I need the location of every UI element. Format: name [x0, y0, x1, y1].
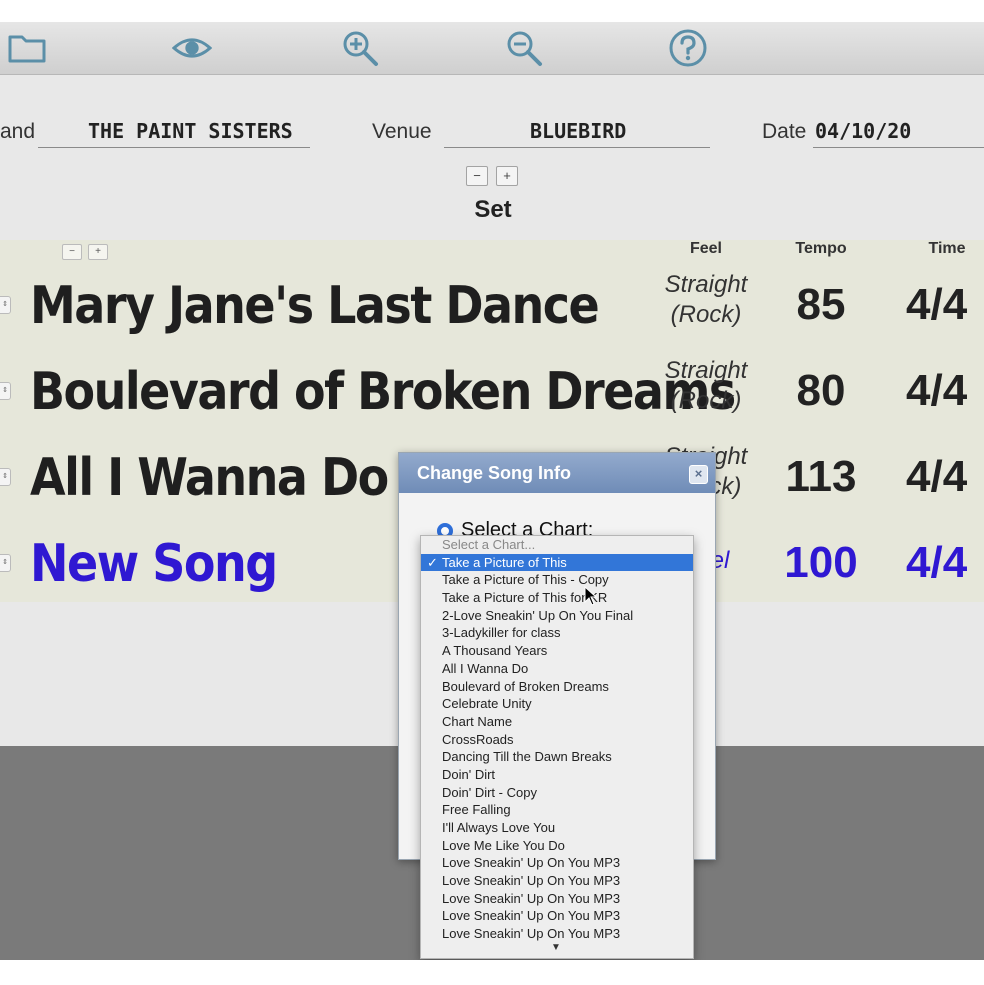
- dropdown-option[interactable]: Celebrate Unity: [421, 695, 693, 713]
- zoom-out-icon[interactable]: [504, 28, 544, 68]
- dropdown-option[interactable]: Doin' Dirt - Copy: [421, 784, 693, 802]
- drag-handle-icon[interactable]: ⇕: [0, 296, 11, 314]
- dropdown-option-selected[interactable]: ✓ Take a Picture of This: [421, 553, 693, 572]
- song-row[interactable]: ⇕ Mary Jane's Last Dance Straight (Rock)…: [0, 262, 984, 348]
- song-title[interactable]: All I Wanna Do: [30, 429, 389, 525]
- date-field[interactable]: 04/10/20: [813, 114, 984, 148]
- app-window: and THE PAINT SISTERS Venue BLUEBIRD Dat…: [0, 22, 984, 960]
- mouse-cursor-icon: [584, 586, 598, 606]
- dropdown-option[interactable]: Dancing Till the Dawn Breaks: [421, 748, 693, 766]
- venue-field[interactable]: BLUEBIRD: [444, 114, 710, 148]
- song-title[interactable]: Boulevard of Broken Dreams: [30, 343, 736, 439]
- dropdown-option[interactable]: Take a Picture of This for KR: [421, 589, 693, 607]
- dropdown-option[interactable]: Love Sneakin' Up On You MP3: [421, 854, 693, 872]
- close-icon[interactable]: ×: [689, 465, 708, 484]
- column-header-tempo: Tempo: [795, 240, 847, 257]
- venue-label: Venue: [372, 120, 432, 143]
- song-feel[interactable]: Straight (Rock): [650, 356, 762, 416]
- set-title: Set: [474, 196, 512, 223]
- help-icon[interactable]: [668, 28, 708, 68]
- zoom-in-icon[interactable]: [340, 28, 380, 68]
- eye-icon[interactable]: [172, 28, 212, 68]
- song-tempo[interactable]: 113: [770, 434, 872, 520]
- set-plus-button[interactable]: +: [496, 166, 518, 186]
- song-time[interactable]: 4/4: [906, 262, 984, 348]
- scroll-down-icon[interactable]: ▼: [548, 942, 564, 954]
- dropdown-option[interactable]: Take a Picture of This - Copy: [421, 571, 693, 589]
- set-minus-button[interactable]: −: [466, 166, 488, 186]
- dropdown-option[interactable]: CrossRoads: [421, 731, 693, 749]
- dropdown-placeholder[interactable]: Select a Chart...: [421, 536, 693, 554]
- dropdown-option[interactable]: Love Sneakin' Up On You MP3: [421, 872, 693, 890]
- drag-handle-icon[interactable]: ⇕: [0, 382, 11, 400]
- dropdown-option[interactable]: All I Wanna Do: [421, 660, 693, 678]
- dropdown-option[interactable]: 3-Ladykiller for class: [421, 624, 693, 642]
- dropdown-option[interactable]: A Thousand Years: [421, 642, 693, 660]
- dropdown-option[interactable]: Love Sneakin' Up On You MP3: [421, 925, 693, 943]
- song-tempo[interactable]: 100: [770, 520, 872, 606]
- dropdown-option[interactable]: Doin' Dirt: [421, 766, 693, 784]
- dialog-title: Change Song Info: [399, 453, 715, 493]
- song-row[interactable]: ⇕ Boulevard of Broken Dreams Straight (R…: [0, 348, 984, 434]
- column-header-time: Time: [928, 240, 966, 257]
- column-header-feel: Feel: [689, 240, 722, 257]
- band-label: and: [0, 120, 36, 143]
- song-tempo[interactable]: 85: [770, 262, 872, 348]
- song-time[interactable]: 4/4: [906, 434, 984, 520]
- band-field[interactable]: THE PAINT SISTERS: [38, 114, 310, 148]
- song-title[interactable]: Mary Jane's Last Dance: [30, 257, 600, 353]
- folder-icon[interactable]: [8, 28, 48, 68]
- song-feel[interactable]: Straight (Rock): [650, 270, 762, 330]
- song-time[interactable]: 4/4: [906, 520, 984, 606]
- chart-dropdown-list[interactable]: Select a Chart... ✓ Take a Picture of Th…: [420, 535, 694, 959]
- song-tempo[interactable]: 80: [770, 348, 872, 434]
- checkmark-icon: ✓: [427, 554, 438, 570]
- dropdown-option[interactable]: Love Sneakin' Up On You MP3: [421, 890, 693, 908]
- dropdown-option[interactable]: Boulevard of Broken Dreams: [421, 678, 693, 696]
- toolbar: [0, 22, 984, 75]
- dropdown-option[interactable]: Chart Name: [421, 713, 693, 731]
- dropdown-option-label: Take a Picture of This: [442, 554, 567, 570]
- dropdown-option[interactable]: 2-Love Sneakin' Up On You Final: [421, 607, 693, 625]
- date-label: Date: [762, 120, 807, 143]
- dropdown-option[interactable]: I'll Always Love You: [421, 819, 693, 837]
- dropdown-option[interactable]: Love Sneakin' Up On You MP3: [421, 907, 693, 925]
- drag-handle-icon[interactable]: ⇕: [0, 468, 11, 486]
- dropdown-option[interactable]: Free Falling: [421, 801, 693, 819]
- song-time[interactable]: 4/4: [906, 348, 984, 434]
- drag-handle-icon[interactable]: ⇕: [0, 554, 11, 572]
- song-title[interactable]: New Song: [30, 515, 278, 611]
- dropdown-option[interactable]: Love Me Like You Do: [421, 837, 693, 855]
